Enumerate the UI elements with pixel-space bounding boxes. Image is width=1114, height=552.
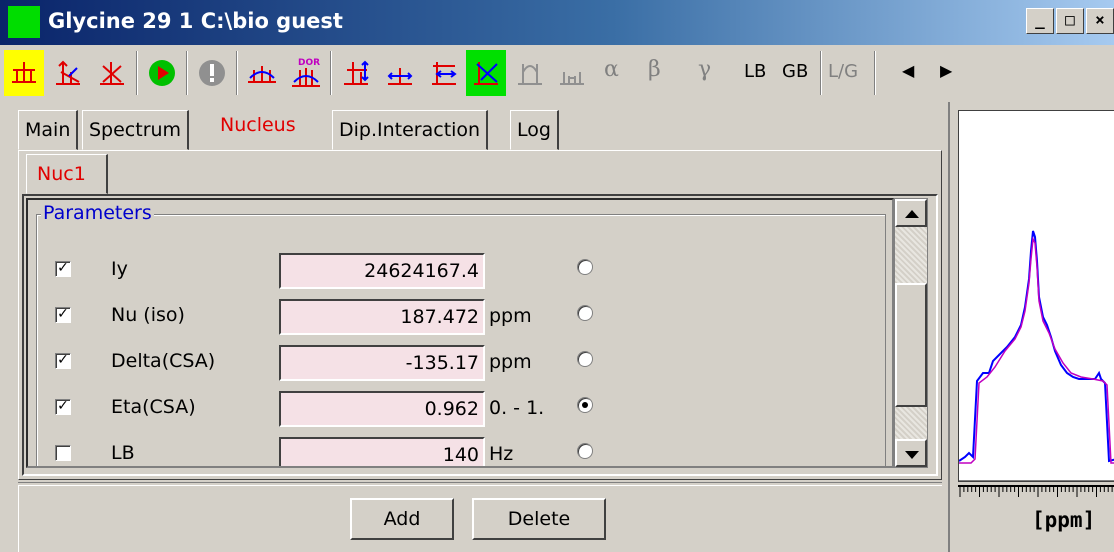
horizontal-scale-icon[interactable] xyxy=(380,50,420,96)
param-value-field[interactable]: 187.472 xyxy=(279,299,485,335)
maximize-button[interactable]: □ xyxy=(1056,8,1084,34)
iterate-icon[interactable] xyxy=(510,50,550,96)
toolbar-separator xyxy=(874,51,876,95)
toolbar: DOR α β γ LB GB L/G ◀ ▶ xyxy=(0,45,1114,103)
spectrum-plot[interactable] xyxy=(958,110,1114,482)
param-unit: Hz xyxy=(489,443,514,465)
vertical-scrollbar[interactable] xyxy=(894,198,928,468)
toolbar-separator xyxy=(186,51,188,95)
svg-text:DOR: DOR xyxy=(298,58,320,68)
param-row: ✓ Eta(CSA) 0.962 0. - 1. xyxy=(37,391,885,431)
spectrum-svg xyxy=(959,230,1114,481)
scroll-thumb[interactable] xyxy=(895,283,927,407)
param-value-field[interactable]: -135.17 xyxy=(279,345,485,381)
param-value-field[interactable]: 24624167.4 xyxy=(279,253,485,289)
expand-icon[interactable] xyxy=(424,50,464,96)
param-label: Nu (iso) xyxy=(111,304,185,326)
window-title: Glycine 29 1 C:\bio guest xyxy=(48,9,343,33)
toolbar-separator xyxy=(330,51,332,95)
spectrum-arrow-icon[interactable] xyxy=(48,50,88,96)
param-label: LB xyxy=(111,442,135,464)
param-row: ✓ Iy 24624167.4 xyxy=(37,253,885,293)
alpha-button[interactable]: α xyxy=(604,57,619,82)
param-radio[interactable] xyxy=(577,351,593,367)
run-icon[interactable] xyxy=(142,50,182,96)
param-row: LB 140 Hz xyxy=(37,437,885,466)
param-checkbox[interactable]: ✓ xyxy=(55,399,71,415)
minimize-button[interactable]: _ xyxy=(1026,8,1054,34)
group-title: Parameters xyxy=(41,202,154,224)
tab-main[interactable]: Main xyxy=(18,110,79,150)
spectrum-yellow-icon[interactable] xyxy=(4,50,44,96)
lb-button[interactable]: LB xyxy=(744,61,766,82)
param-radio-selected[interactable] xyxy=(577,397,593,413)
beta-button[interactable]: β xyxy=(648,57,661,82)
tab-log[interactable]: Log xyxy=(510,110,559,150)
delete-button[interactable]: Delete xyxy=(472,498,606,540)
param-unit: ppm xyxy=(489,351,532,373)
subtab-nuc1[interactable]: Nuc1 xyxy=(26,154,108,194)
parameters-group: Parameters ✓ Iy 24624167.4 ✓ Nu (iso) 18… xyxy=(36,202,886,466)
title-bar[interactable]: Glycine 29 1 C:\bio guest _ □ × xyxy=(0,0,1114,45)
dor-icon[interactable]: DOR xyxy=(286,50,326,96)
param-radio[interactable] xyxy=(577,305,593,321)
close-button[interactable]: × xyxy=(1086,8,1114,34)
nav-left-icon[interactable]: ◀ xyxy=(902,61,914,80)
param-checkbox[interactable]: ✓ xyxy=(55,307,71,323)
spectrum-panel: [ppm] xyxy=(948,102,1114,552)
gamma-button[interactable]: γ xyxy=(698,57,711,82)
fit-icon[interactable] xyxy=(466,50,506,96)
param-label: Eta(CSA) xyxy=(111,396,196,418)
tab-dip-interaction[interactable]: Dip.Interaction xyxy=(332,110,489,150)
toolbar-separator xyxy=(136,51,138,95)
toolbar-separator xyxy=(236,51,238,95)
scroll-down-button[interactable] xyxy=(895,439,927,467)
param-checkbox[interactable] xyxy=(55,445,71,461)
param-value-field[interactable]: 0.962 xyxy=(279,391,485,427)
param-radio[interactable] xyxy=(577,443,593,459)
param-unit: ppm xyxy=(489,305,532,327)
param-value-field[interactable]: 140 xyxy=(279,437,485,466)
scroll-up-button[interactable] xyxy=(895,199,927,227)
param-row: ✓ Nu (iso) 187.472 ppm xyxy=(37,299,885,339)
app-icon xyxy=(8,6,40,38)
lg-button[interactable]: L/G xyxy=(828,61,858,82)
param-checkbox[interactable]: ✓ xyxy=(55,353,71,369)
nav-right-icon[interactable]: ▶ xyxy=(940,61,952,80)
gb-button[interactable]: GB xyxy=(782,61,808,82)
spectrum-cross-icon[interactable] xyxy=(92,50,132,96)
tab-spectrum[interactable]: Spectrum xyxy=(82,110,190,150)
tab-nucleus[interactable]: Nucleus xyxy=(214,106,302,150)
param-label: Iy xyxy=(111,258,128,280)
param-label: Delta(CSA) xyxy=(111,350,216,372)
x-axis-ticks xyxy=(958,485,1114,497)
param-unit: 0. - 1. xyxy=(489,397,545,419)
x-axis-label: [ppm] xyxy=(1032,508,1096,532)
toolbar-separator xyxy=(820,51,822,95)
add-button[interactable]: Add xyxy=(350,498,454,540)
multi-spectrum-icon[interactable] xyxy=(242,50,282,96)
param-radio[interactable] xyxy=(577,259,593,275)
simulated-spectrum-line xyxy=(959,236,1114,464)
stop-icon[interactable] xyxy=(192,50,232,96)
param-row: ✓ Delta(CSA) -135.17 ppm xyxy=(37,345,885,385)
vertical-scale-icon[interactable] xyxy=(336,50,376,96)
parameter-scroll-area[interactable]: Parameters ✓ Iy 24624167.4 ✓ Nu (iso) 18… xyxy=(26,198,894,468)
parameter-panel: Main Spectrum Nucleus Dip.Interaction Lo… xyxy=(0,102,948,552)
param-checkbox[interactable]: ✓ xyxy=(55,261,71,277)
multiplet-icon[interactable] xyxy=(552,50,592,96)
